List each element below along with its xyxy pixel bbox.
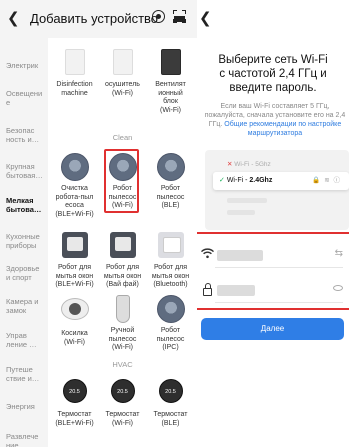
swap-icon[interactable]: ⇆ [335, 248, 343, 259]
mower-icon [59, 298, 91, 330]
wifi-5g-row: ✕ Wi-Fi - 5Ghz [227, 161, 271, 168]
dehumidifier-icon [107, 49, 139, 81]
device-label: Термостат (BLE+Wi-Fi) [55, 411, 94, 427]
placeholder-bar [227, 210, 255, 215]
network-status-icons: 🔒 ≋ ⓘ [312, 177, 341, 184]
add-device-screen: ❮ Добавить устройство Электрик Освещени е… [0, 0, 197, 447]
category-item[interactable]: Освещени е [6, 89, 48, 107]
wifi-band-illustration: ✕ Wi-Fi - 5Ghz ✓ Wi-Fi - 2.4Ghz 🔒 ≋ ⓘ [205, 150, 349, 230]
category-item[interactable]: Безопас ность и… [6, 126, 48, 144]
thermostat-icon: 20.5 [107, 379, 139, 411]
scan-icon[interactable] [173, 10, 186, 23]
device-label: Термостат (BLE) [153, 411, 188, 427]
device-label: осушитель (Wi-Fi) [105, 81, 140, 97]
device-label: Вентилят ионный блок (Wi-Fi) [155, 81, 186, 114]
device-tile[interactable]: Робот пылесос (BLE) [147, 151, 194, 211]
wifi-icon [201, 248, 214, 262]
lock-icon [203, 283, 212, 296]
device-label: Ручной пылесос (Wi-Fi) [108, 327, 137, 352]
category-item[interactable]: Развлече ние [6, 432, 48, 447]
section-header-clean: Clean [112, 133, 133, 142]
device-tile[interactable]: Робот для мытья окон (BLE+Wi-Fi) [51, 229, 98, 290]
chevron-left-icon[interactable]: ❮ [7, 9, 20, 27]
window-robot-icon [155, 232, 187, 264]
device-tile[interactable]: Disinfection machine [51, 46, 98, 98]
device-grid: Disinfection machine осушитель (Wi-Fi) Вен… [48, 38, 197, 447]
wifi-description: Если ваш Wi-Fi составляет 5 ГГц, пожалуй… [203, 102, 347, 138]
device-label: Робот для мытья окон (BLE+Wi-Fi) [55, 264, 94, 289]
thermostat-icon: 20.5 [155, 379, 187, 411]
robot-vacuum-icon [155, 153, 187, 185]
device-tile[interactable]: Робот пылесос (IPC) [147, 293, 194, 353]
highlight-line [197, 308, 349, 310]
wifi-password-field[interactable] [197, 275, 349, 305]
device-tile[interactable]: Вентилят ионный блок (Wi-Fi) [147, 46, 194, 115]
robot-vacuum-icon [155, 295, 187, 327]
password-value-redacted [217, 285, 255, 296]
page-title: Добавить устройство [30, 11, 159, 26]
window-robot-icon [107, 232, 139, 264]
device-tile[interactable]: осушитель (Wi-Fi) [99, 46, 146, 98]
category-item[interactable]: Управ ление … [6, 331, 48, 349]
handheld-vacuum-icon [107, 295, 139, 327]
device-label: Робот пылесос (IPC) [156, 327, 185, 352]
device-tile[interactable]: Робот для мытья окон (Bluetooth) [147, 229, 194, 290]
device-tile[interactable]: Очистка робота-пыл есоса (BLE+Wi-Fi) [51, 151, 98, 219]
wifi-ssid-field[interactable]: ⇆ [197, 240, 349, 270]
wifi-setup-screen: ❮ Выберите сеть Wi-Fi с частотой 2,4 ГГц … [197, 0, 349, 447]
device-label: Косилка (Wi-Fi) [61, 330, 88, 346]
ventilation-unit-icon [155, 49, 187, 81]
window-robot-icon [59, 232, 91, 264]
device-tile[interactable]: Робот для мытья окон (Вай фай) [99, 229, 146, 290]
selection-highlight [104, 149, 139, 213]
device-tile[interactable]: 20.5 Термостат (Wi-Fi) [99, 375, 146, 428]
category-item[interactable]: Крупная бытовая… [6, 162, 48, 180]
wifi-24g-row: ✓ Wi-Fi - 2.4Ghz 🔒 ≋ ⓘ [213, 172, 349, 190]
ssid-value-redacted [217, 250, 263, 261]
device-label: Робот для мытья окон (Вай фай) [103, 264, 142, 289]
eye-icon[interactable] [333, 285, 343, 291]
highlight-line [197, 232, 349, 234]
category-item[interactable]: Кухонные приборы [6, 232, 48, 250]
placeholder-bar [227, 198, 267, 203]
add-device-header: ❮ Добавить устройство [0, 0, 197, 38]
section-header-hvac: HVAC [112, 360, 133, 369]
chevron-left-icon[interactable]: ❮ [199, 9, 212, 27]
device-tile[interactable]: 20.5 Термостат (BLE) [147, 375, 194, 428]
next-button[interactable]: Далее [201, 318, 344, 340]
category-item-active[interactable]: Мелкая бытова… [6, 196, 48, 214]
wifi-heading: Выберите сеть Wi-Fi с частотой 2,4 ГГц ив… [218, 54, 328, 94]
device-label: Робот для мытья окон (Bluetooth) [151, 264, 190, 289]
check-icon: ✓ [219, 177, 225, 184]
target-icon[interactable] [152, 10, 165, 23]
category-item[interactable]: Электрик [6, 61, 48, 70]
device-label: Очистка робота-пыл есоса (BLE+Wi-Fi) [55, 185, 94, 218]
device-tile[interactable]: Косилка (Wi-Fi) [51, 293, 98, 347]
device-label: Термостат (Wi-Fi) [105, 411, 140, 427]
disinfection-machine-icon [59, 49, 91, 81]
robot-vacuum-icon [59, 153, 91, 185]
thermostat-icon: 20.5 [59, 379, 91, 411]
device-label: Disinfection machine [56, 81, 93, 97]
category-item[interactable]: Путеше ствие и… [6, 365, 48, 383]
device-tile[interactable]: 20.5 Термостат (BLE+Wi-Fi) [51, 375, 98, 428]
category-item[interactable]: Энергия [6, 402, 48, 411]
category-item[interactable]: Камера и замок [6, 297, 48, 315]
router-guide-link[interactable]: Общие рекомендации по настройке маршрути… [224, 121, 341, 137]
device-tile[interactable]: Ручной пылесос (Wi-Fi) [99, 293, 146, 353]
device-label: Робот пылесос (BLE) [156, 185, 185, 210]
category-item[interactable]: Здоровье и спорт [6, 264, 48, 282]
